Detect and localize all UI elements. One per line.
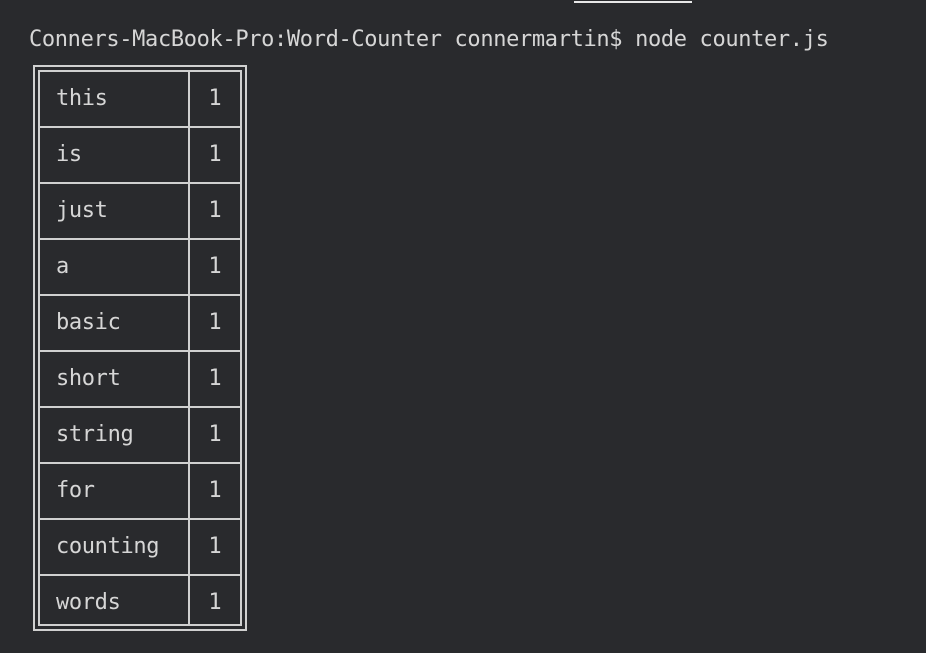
table-row: for 1: [40, 464, 240, 520]
count-cell: 1: [208, 366, 222, 391]
word-count-table-body: this 1 is 1 just 1 a 1 basic 1 short 1 string 1 for 1 co…: [38, 70, 242, 626]
terminal-command-line: Conners-MacBook-Pro:Word-Counter connerm…: [29, 27, 829, 52]
table-row: short 1: [40, 352, 240, 408]
table-row: counting 1: [40, 520, 240, 576]
table-row: string 1: [40, 408, 240, 464]
word-cell: a: [56, 254, 69, 279]
word-count-table: this 1 is 1 just 1 a 1 basic 1 short 1 string 1 for 1 co…: [33, 65, 247, 631]
count-cell: 1: [208, 254, 222, 279]
count-cell: 1: [208, 590, 222, 615]
count-cell: 1: [208, 198, 222, 223]
word-cell: is: [56, 142, 82, 167]
count-cell: 1: [208, 310, 222, 335]
word-cell: this: [56, 86, 108, 111]
table-row: this 1: [40, 72, 240, 128]
table-row: a1: [40, 240, 240, 296]
word-cell: string: [56, 422, 134, 447]
count-cell: 1: [208, 422, 222, 447]
word-cell: words: [56, 590, 121, 615]
word-cell: for: [56, 478, 95, 503]
table-row: basic 1: [40, 296, 240, 352]
table-row: just 1: [40, 184, 240, 240]
count-cell: 1: [208, 534, 222, 559]
word-cell: basic: [56, 310, 121, 335]
count-cell: 1: [208, 86, 222, 111]
word-cell: counting: [56, 534, 160, 559]
word-cell: short: [56, 366, 121, 391]
word-cell: just: [56, 198, 108, 223]
table-row: is 1: [40, 128, 240, 184]
count-cell: 1: [208, 478, 222, 503]
count-cell: 1: [208, 142, 222, 167]
table-row: words 1: [40, 576, 240, 632]
window-tab-indicator: [574, 1, 692, 3]
